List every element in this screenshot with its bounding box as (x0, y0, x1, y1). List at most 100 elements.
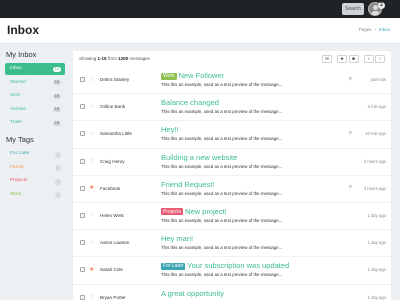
message-subject-text: New project! (185, 206, 227, 216)
message-subject[interactable]: Hey!! (161, 125, 179, 134)
message-subject[interactable]: Work New Follower (161, 71, 224, 80)
sidebar-item-sent[interactable]: Sent 15 (5, 90, 65, 102)
sidebar-item-label: Inbox (10, 66, 22, 71)
sidebar-item-starred[interactable]: Starred 15 (5, 77, 65, 89)
paperclip-icon: ⌕ (346, 128, 355, 137)
message-preview: This this an example, used as a text pre… (161, 190, 283, 196)
star-icon[interactable]: ☆ (89, 76, 94, 84)
tag-count-dot (55, 165, 61, 171)
search-input[interactable]: Search (342, 3, 364, 15)
star-icon[interactable]: ★ (337, 55, 347, 63)
toolbar-spacer (334, 55, 336, 63)
showing-suffix: messages (129, 56, 150, 61)
message-preview: This this an example, used as a text pre… (161, 82, 283, 87)
message-checkbox[interactable] (80, 104, 85, 110)
chevron-left-icon[interactable]: ‹ (363, 55, 374, 63)
message-sender: Bryan Porter (100, 294, 126, 300)
sidebar-tag-projects[interactable]: Projects (5, 175, 65, 187)
message-subject[interactable]: Balance changed (161, 98, 219, 107)
breadcrumb: Pages › Inbox (359, 27, 390, 32)
top-navbar: Search 2 (0, 0, 400, 18)
message-row[interactable]: ★ Sarah Cole For Later Your subscription wa… (73, 257, 391, 285)
message-subject[interactable]: Friend Request! (161, 180, 214, 189)
message-subject-text: Hey man! (161, 234, 194, 244)
message-checkbox[interactable] (80, 212, 85, 218)
tag-count-dot (55, 192, 61, 198)
message-time: 40 min ago (365, 131, 386, 137)
chevron-right-icon[interactable]: › (375, 55, 385, 63)
message-subject-text: Building a new website (161, 152, 238, 162)
showing-from: from (107, 56, 117, 61)
message-checkbox[interactable] (80, 294, 85, 300)
message-subject-text: A great opportunity (161, 288, 224, 298)
message-row[interactable]: ☆ Online Bank Balance changed This this an … (73, 94, 391, 122)
message-checkbox[interactable] (80, 77, 85, 82)
star-icon[interactable]: ★ (89, 184, 94, 192)
message-row[interactable]: ☆ Helen West Projects New project! This this… (73, 203, 391, 231)
message-row[interactable]: ☆ Aaron Lawson Hey man! This this an exampl… (73, 230, 391, 258)
sidebar-tag-work[interactable]: Work (5, 189, 65, 201)
message-checkbox[interactable] (80, 131, 85, 137)
sidebar-item-trash[interactable]: Trash 15 (5, 117, 65, 129)
sidebar-item-archive[interactable]: Archive 15 (5, 104, 65, 116)
message-time: 1 day ago (367, 267, 386, 273)
message-subject-text: Hey!! (161, 125, 179, 135)
sidebar-tag-family[interactable]: Family (5, 162, 65, 174)
folder-list: Inbox 15 Starred 15 Sent 15 Archive 15 Trash 15 (5, 63, 65, 129)
sidebar-item-inbox[interactable]: Inbox 15 (5, 63, 65, 75)
tag-count-dot (55, 178, 61, 185)
message-time: 3 min ago (367, 104, 386, 110)
message-sender: Sarah Cole (100, 267, 123, 273)
star-icon[interactable]: ☆ (89, 211, 94, 219)
message-row[interactable]: ☆ Craig Henry Building a new website This t… (73, 149, 391, 176)
star-icon[interactable]: ☆ (89, 157, 94, 165)
star-icon[interactable]: ☆ (89, 130, 94, 138)
message-checkbox[interactable] (80, 185, 85, 191)
message-sender: Craig Henry (100, 158, 125, 164)
notification-badge[interactable]: 2 (378, 2, 385, 9)
envelope-icon[interactable]: ✉ (322, 55, 332, 63)
message-row[interactable]: ★ Facebook Friend Request! This this an exa… (73, 176, 391, 203)
sidebar-item-count: 15 (52, 80, 61, 85)
message-subject[interactable]: Building a new website (161, 153, 237, 162)
message-time: 4 hours ago (363, 185, 386, 191)
message-subject[interactable]: Hey man! (161, 234, 193, 243)
message-checkbox[interactable] (80, 267, 85, 273)
sidebar-item-count: 15 (52, 93, 61, 99)
tag-count-dot (55, 151, 61, 158)
showing-count: Showing 1-15 from 1200 messages (79, 56, 150, 61)
star-icon[interactable]: ☆ (89, 103, 94, 111)
sidebar: My Inbox Inbox 15 Starred 15 Sent 15 Archive 15… (5, 44, 65, 300)
sidebar-item-label: Trash (10, 120, 23, 125)
toolbar-spacer (360, 55, 362, 63)
message-subject[interactable]: For Later Your subscription was updated (161, 261, 289, 270)
message-preview: This this an example, used as a text pre… (161, 217, 283, 223)
sidebar-tag-for-later[interactable]: For Later (5, 148, 65, 160)
breadcrumb-inbox[interactable]: Inbox (379, 27, 390, 32)
message-row[interactable]: ☆ Debra Stanley Work New Follower This this … (73, 67, 391, 95)
sidebar-tag-label: Projects (10, 178, 28, 183)
message-subject[interactable]: A great opportunity (161, 289, 224, 298)
message-row[interactable]: ☆Bryan PorterA great opportunityThis thi… (73, 285, 391, 300)
star-icon[interactable]: ☆ (89, 239, 94, 247)
message-time: 1 day ago (367, 240, 386, 246)
star-icon[interactable]: ☆ (89, 293, 94, 300)
message-checkbox[interactable] (80, 158, 85, 164)
message-preview: This this an example, used as a text pre… (161, 109, 283, 115)
star-icon[interactable]: ★ (89, 266, 94, 274)
sidebar-tag-label: For Later (10, 151, 30, 156)
message-checkbox[interactable] (80, 240, 85, 246)
showing-prefix: Showing (79, 56, 97, 61)
message-sender: Aaron Lawson (100, 240, 130, 246)
sidebar-item-count: 15 (52, 120, 61, 126)
message-sender: Facebook (100, 185, 121, 191)
sidebar-tags-heading: My Tags (6, 135, 34, 144)
message-subject[interactable]: Projects New project! (161, 207, 227, 216)
message-tag: For Later (161, 262, 186, 270)
message-row[interactable]: ☆ Samantha Little Hey!! This this an exampl… (73, 121, 391, 149)
trash-icon[interactable]: ■ (348, 55, 359, 63)
message-sender: Samantha Little (100, 131, 132, 137)
message-sender: Online Bank (100, 104, 126, 110)
breadcrumb-pages[interactable]: Pages (359, 27, 372, 32)
sidebar-tag-label: Family (10, 164, 25, 170)
